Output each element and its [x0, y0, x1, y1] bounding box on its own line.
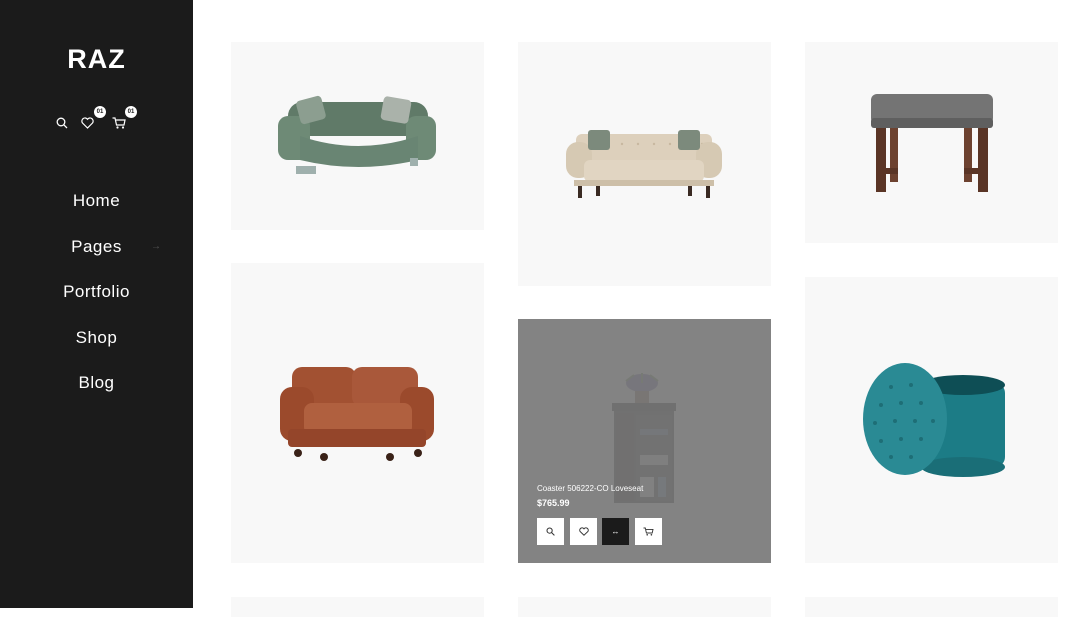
- compare-icon: ↔: [611, 527, 620, 536]
- cart-button[interactable]: 01: [110, 106, 137, 134]
- compare-button[interactable]: ↔: [602, 518, 629, 545]
- green-sofa-image: [278, 95, 436, 174]
- product-name[interactable]: Coaster 506222-CO Loveseat: [537, 484, 643, 493]
- product-hover-overlay: Coaster 506222-CO Loveseat $765.99 ↔: [518, 319, 771, 563]
- add-to-wishlist-button[interactable]: [570, 518, 597, 545]
- product-card[interactable]: [805, 597, 1058, 617]
- wishlist-button[interactable]: 01: [79, 106, 106, 134]
- product-card[interactable]: [231, 42, 484, 230]
- main-nav: Home Pages → Portfolio Shop Blog: [0, 183, 193, 411]
- site-logo[interactable]: RAZ: [0, 44, 193, 75]
- nav-item-blog[interactable]: Blog: [0, 365, 193, 411]
- quick-view-icon: [546, 527, 555, 536]
- heart-icon: [578, 527, 589, 536]
- nav-item-shop[interactable]: Shop: [0, 320, 193, 366]
- product-card[interactable]: [231, 597, 484, 617]
- nav-item-label: Pages: [71, 236, 122, 256]
- cart-icon: [112, 117, 126, 129]
- product-card-hovered[interactable]: Coaster 506222-CO Loveseat $765.99 ↔: [518, 319, 771, 563]
- product-card[interactable]: [518, 42, 771, 286]
- search-icon: [56, 117, 68, 129]
- nav-item-home[interactable]: Home: [0, 183, 193, 229]
- sidebar: RAZ 01 01 Home Pages → Portfolio Shop Blo…: [0, 0, 193, 608]
- product-card[interactable]: [805, 277, 1058, 563]
- beige-chesterfield-sofa-image: [566, 130, 722, 198]
- product-card[interactable]: [805, 42, 1058, 243]
- tufted-storage-ottoman-image: [863, 363, 1005, 477]
- cart-count-badge: 01: [125, 106, 137, 118]
- nav-item-portfolio[interactable]: Portfolio: [0, 274, 193, 320]
- product-card[interactable]: [231, 263, 484, 563]
- add-to-cart-button[interactable]: [635, 518, 662, 545]
- header-icons: 01 01: [0, 106, 193, 136]
- product-price: $765.99: [537, 498, 570, 508]
- wishlist-count-badge: 01: [94, 106, 106, 118]
- search-button[interactable]: [54, 112, 74, 134]
- heart-icon: [81, 117, 94, 129]
- product-card[interactable]: [518, 597, 771, 617]
- upholstered-bench-image: [871, 94, 993, 192]
- nav-item-pages[interactable]: Pages →: [0, 229, 193, 275]
- add-to-cart-icon: [643, 527, 654, 536]
- chevron-right-icon: →: [151, 240, 162, 252]
- leather-loveseat-image: [280, 367, 434, 461]
- quick-view-button[interactable]: [537, 518, 564, 545]
